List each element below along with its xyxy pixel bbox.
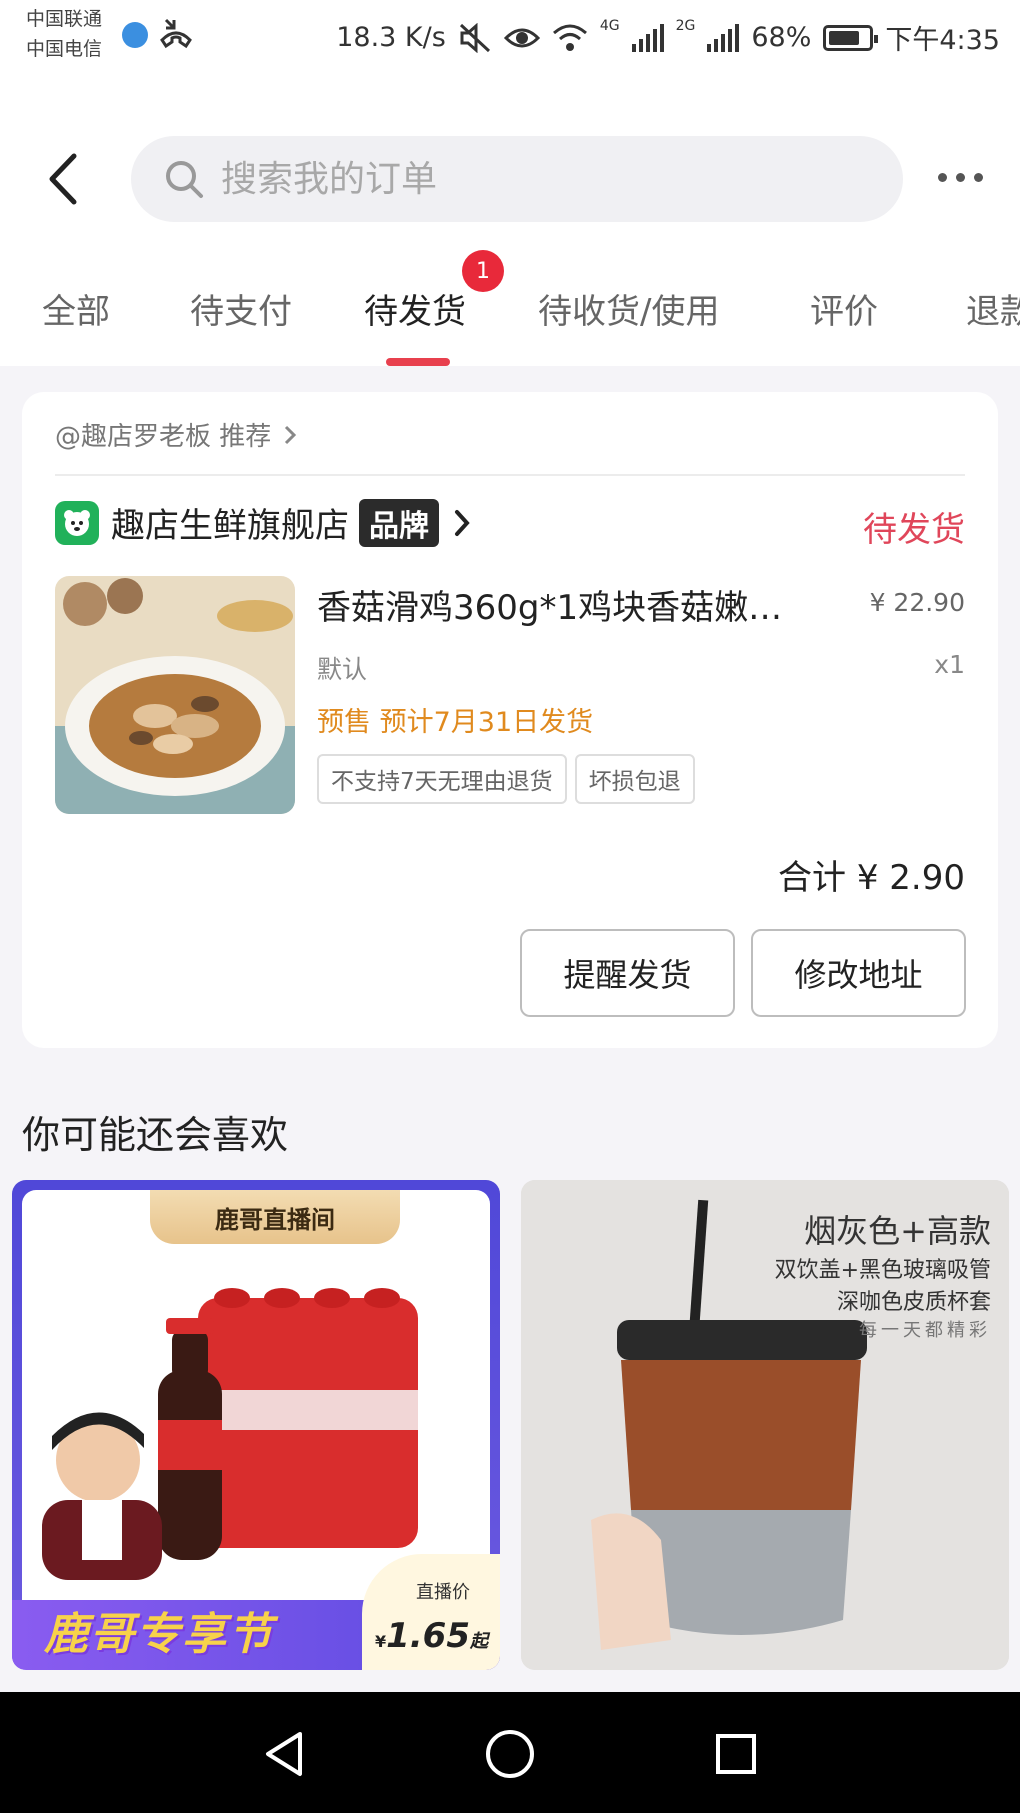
divider [55,474,965,476]
cup-feature-1: 双饮盖+黑色玻璃吸管 [774,1258,991,1283]
live-price: ¥1.65起 [375,1616,488,1656]
cup-feature-2: 深咖色皮质杯套 [836,1290,991,1315]
nav-home-button[interactable] [480,1724,540,1784]
brand-badge: 品牌 [359,498,439,547]
tab-pending-receipt[interactable]: 待收货/使用 [538,284,719,333]
back-button[interactable] [36,152,90,206]
live-room-tag: 鹿哥直播间 [150,1190,400,1244]
tab-all[interactable]: 全部 [42,284,110,333]
eye-comfort-icon [503,28,540,47]
presale-notice: 预售 预计7月31日发货 [317,707,594,738]
order-status: 待发货 [863,510,965,550]
search-box[interactable] [131,136,903,222]
chevron-right-icon [455,509,470,536]
recommender-link[interactable]: @趣店罗老板 推荐 [55,416,297,453]
circle-home-icon [486,1730,534,1778]
mute-icon [459,22,490,53]
service-tag-no-return: 不支持7天无理由退货 [317,754,567,804]
signal-icon-1 [631,23,664,52]
festival-text: 鹿哥专享节 [44,1609,274,1660]
recommender-text: @趣店罗老板 推荐 [55,422,272,452]
order-total: 合计 ¥ 2.90 [778,858,965,898]
product-image[interactable] [55,576,295,814]
order-card: @趣店罗老板 推荐 趣店生鲜旗舰店 品牌 待发货 香菇滑鸡360g*1鸡块香菇嫩… [22,392,998,1048]
product-price: ¥ 22.90 [869,588,965,617]
net-speed: 18.3 K/s [336,22,446,53]
clock: 下午4:35 [885,25,1000,56]
chevron-right-icon [285,425,297,444]
hd-call-icon [122,22,148,48]
battery-icon [823,24,879,51]
product-title[interactable]: 香菇滑鸡360g*1鸡块香菇嫩… [317,580,817,629]
triangle-back-icon [266,1732,302,1776]
currency-symbol: ¥ [374,1632,387,1651]
nav-recents-button[interactable] [706,1724,766,1784]
wifi-icon [552,24,587,51]
nav-back-button[interactable] [254,1724,314,1784]
cup-feature-3: 每一天都精彩 [859,1320,991,1341]
price-suffix: 起 [470,1631,488,1652]
signal-icon-2 [707,23,740,52]
tab-review[interactable]: 评价 [810,284,878,333]
change-address-button[interactable]: 修改地址 [751,929,966,1017]
live-price-label: 直播价 [416,1582,470,1603]
net-type-2: 2G [675,18,696,34]
shop-logo [55,500,99,545]
missed-call-icon [160,18,192,49]
search-icon [166,161,203,198]
live-price-value: 1.65 [386,1616,470,1656]
recommendations-title: 你可能还会喜欢 [22,1113,289,1157]
net-type-1: 4G [599,18,620,34]
battery-percent: 68% [751,22,812,53]
dog-logo-icon [64,509,90,536]
shop-name: 趣店生鲜旗舰店 [111,506,349,546]
more-options-button[interactable] [930,162,990,192]
carrier-1: 中国联通 [26,8,103,30]
carrier-2: 中国电信 [26,38,103,60]
tab-pending-shipment[interactable]: 待发货 [364,284,466,333]
shop-link[interactable]: 趣店生鲜旗舰店 品牌 [55,498,471,547]
recommendation-card-cup[interactable]: 烟灰色+高款 双饮盖+黑色玻璃吸管 深咖色皮质杯套 每一天都精彩 [521,1180,1009,1670]
service-tags: 不支持7天无理由退货 坏损包退 [317,754,695,804]
tab-refund[interactable]: 退款 [966,284,1020,333]
product-quantity: x1 [934,650,965,679]
square-recents-icon [716,1734,756,1774]
live-price-box: 直播价 ¥1.65起 [362,1554,500,1670]
search-input[interactable] [221,158,861,200]
status-bar: 中国联通 中国电信 18.3 K/s 4G 2G 68% 下午4:35 [0,0,1020,92]
system-nav-bar [0,1692,1020,1813]
status-right: 18.3 K/s 4G 2G 68% 下午4:35 [336,18,1000,57]
product-spec: 默认 [317,655,368,684]
cup-title: 烟灰色+高款 [804,1212,991,1250]
chevron-left-icon [49,153,77,205]
service-tag-damage-refund: 坏损包退 [574,754,695,804]
remind-shipment-button[interactable]: 提醒发货 [520,929,735,1017]
recommendation-card-cola[interactable]: 鹿哥直播间 鹿哥专享节 直播价 ¥1.65起 [12,1180,500,1670]
tab-pending-payment[interactable]: 待支付 [190,284,292,333]
